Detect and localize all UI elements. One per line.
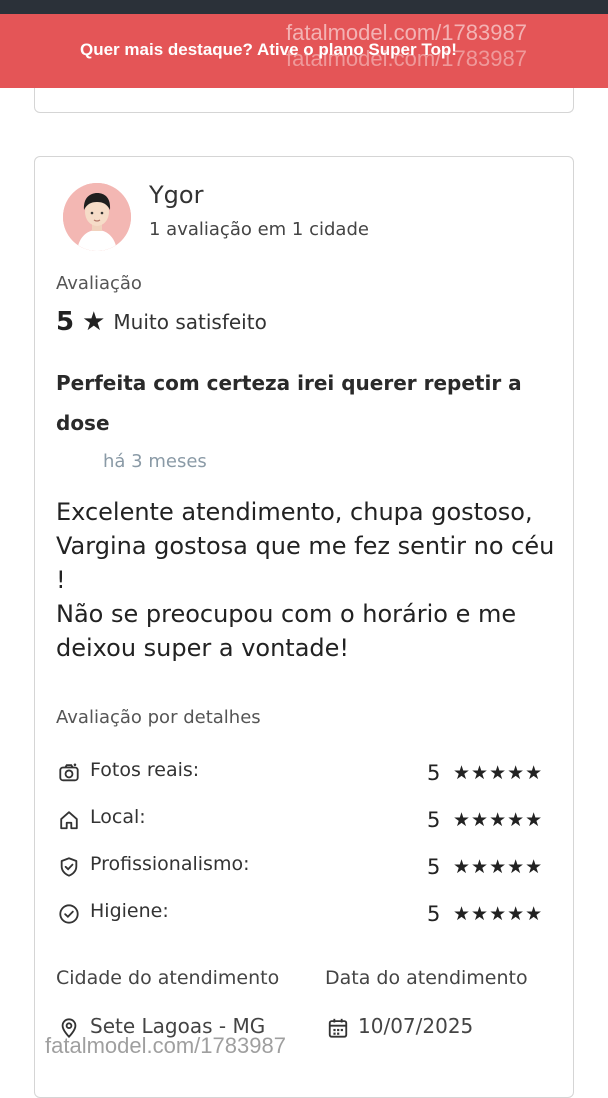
details-label: Avaliação por detalhes (56, 707, 261, 728)
detail-label: Fotos reais: (90, 759, 200, 781)
detail-row-local: Local: 5 ★★★★★ (56, 806, 556, 836)
star-icon: ★ (82, 307, 106, 337)
rating-value: 5 (56, 307, 75, 337)
rating-label: Avaliação (56, 273, 142, 294)
detail-row-higiene: Higiene: 5 ★★★★★ (56, 900, 556, 930)
shield-check-icon (60, 857, 78, 877)
watermark: fatalmodel.com/1783987 (286, 46, 527, 71)
date-label: Data do atendimento (325, 967, 528, 989)
promo-banner[interactable]: Quer mais destaque? Ative o plano Super … (0, 14, 608, 88)
stars-icon: ★★★★★ (453, 762, 544, 784)
calendar-icon (328, 1018, 348, 1038)
detail-score: 5 (427, 761, 441, 785)
detail-score: 5 (427, 808, 441, 832)
reviewer-name[interactable]: Ygor (149, 181, 203, 209)
check-circle-icon (59, 904, 79, 924)
status-bar (0, 0, 608, 14)
home-icon (60, 811, 78, 830)
review-card: Ygor 1 avaliação em 1 cidade Avaliação 5… (34, 156, 574, 1098)
detail-label: Profissionalismo: (90, 853, 250, 875)
detail-row-profissionalismo: Profissionalismo: 5 ★★★★★ (56, 853, 556, 883)
detail-label: Higiene: (90, 900, 169, 922)
overall-rating: 5 ★ Muito satisfeito (56, 307, 267, 337)
date-value: 10/07/2025 (358, 1014, 474, 1038)
stars-icon: ★★★★★ (453, 809, 544, 831)
reviewer-stats: 1 avaliação em 1 cidade (149, 219, 369, 240)
avatar (63, 183, 131, 251)
rating-text: Muito satisfeito (113, 310, 267, 334)
review-body: Excelente atendimento, chupa gostoso, Va… (56, 498, 555, 662)
review-date: há 3 meses (103, 451, 207, 472)
detail-row-fotos-reais: Fotos reais: 5 ★★★★★ (56, 759, 556, 789)
stars-icon: ★★★★★ (453, 903, 544, 925)
review-title: Perfeita com certeza irei querer repetir… (56, 371, 522, 435)
detail-score: 5 (427, 855, 441, 879)
watermark: fatalmodel.com/1783987 (286, 20, 527, 45)
camera-icon (59, 763, 79, 782)
detail-label: Local: (90, 806, 146, 828)
detail-score: 5 (427, 902, 441, 926)
stars-icon: ★★★★★ (453, 856, 544, 878)
user-avatar-icon (63, 183, 131, 251)
city-label: Cidade do atendimento (56, 967, 280, 989)
watermark: fatalmodel.com/1783987 (45, 1033, 286, 1058)
